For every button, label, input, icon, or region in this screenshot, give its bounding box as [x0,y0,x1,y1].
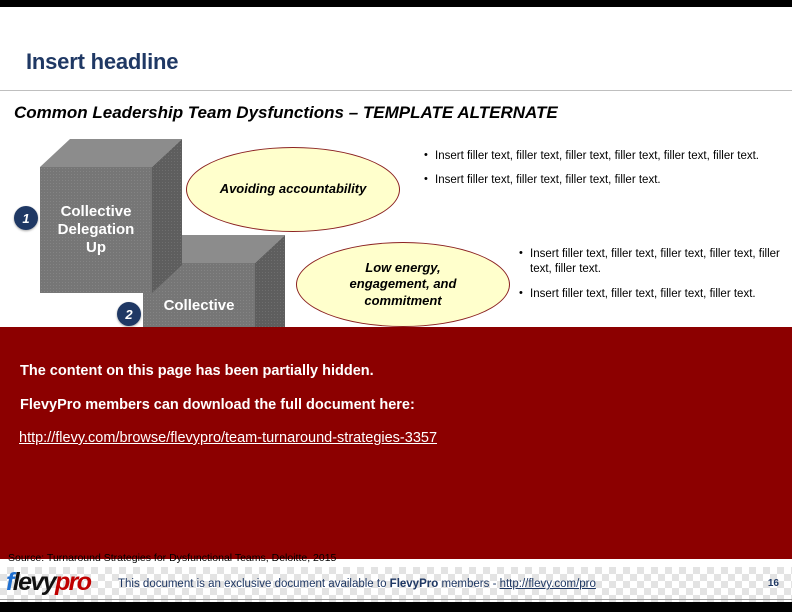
page-number: 16 [767,578,779,589]
footer-text-before: This document is an exclusive document a… [118,578,390,590]
bullet-item: Insert filler text, filler text, filler … [519,246,781,278]
callout-ellipse-1: Avoiding accountability [186,147,400,232]
box-label-line: Delegation [57,220,135,238]
paywall-overlay: The content on this page has been partia… [0,327,792,559]
page-footer: flevypro This document is an exclusive d… [0,567,792,605]
box-front-face: Collective Delegation Up [40,167,152,293]
bullet-list-2: Insert filler text, filler text, filler … [519,246,781,311]
page-title: Insert headline [26,49,179,74]
footer-pro-link[interactable]: http://flevy.com/pro [500,578,596,590]
footer-notice: This document is an exclusive document a… [118,578,596,590]
slide-subtitle: Common Leadership Team Dysfunctions – TE… [14,103,558,122]
bullet-item: Insert filler text, filler text, filler … [519,286,781,302]
box-label-1: Collective Delegation Up [58,203,135,258]
top-black-border [0,0,792,7]
step-number-badge-1: 1 [14,206,38,230]
callout-line: engagement, and [349,276,457,292]
headline-divider [0,90,792,91]
paywall-message-line-1: The content on this page has been partia… [20,363,374,379]
callout-text-1: Avoiding accountability [219,181,367,197]
footer-brand: FlevyPro [389,578,439,590]
paywall-message-line-2: FlevyPro members can download the full d… [20,397,415,413]
source-citation: Source: Turnaround Strategies for Dysfun… [8,552,337,564]
flevypro-logo[interactable]: flevypro [6,568,92,596]
callout-line: Low energy, [365,260,441,276]
footer-text-after: members - [438,578,500,590]
logo-letter-f: f [6,568,14,596]
bottom-black-border [0,602,792,612]
footer-divider [0,599,792,600]
callout-line: commitment [364,292,442,308]
bullet-list-1: Insert filler text, filler text, filler … [424,148,774,198]
slide-canvas: Insert headline Common Leadership Team D… [0,7,792,567]
logo-word-pro: pro [55,568,92,596]
callout-text-2: Low energy, engagement, and commitment [350,260,457,309]
box-label-line: Up [86,239,106,257]
bullet-item: Insert filler text, filler text, filler … [424,148,774,164]
box-label-2: Collective [163,297,235,314]
box-label-line: Collective [60,202,132,220]
step-number-badge-2: 2 [117,302,141,326]
callout-ellipse-2: Low energy, engagement, and commitment [296,242,510,327]
bullet-item: Insert filler text, filler text, filler … [424,172,774,188]
paywall-document-link[interactable]: http://flevy.com/browse/flevypro/team-tu… [19,430,437,446]
logo-word-levy: levy [12,568,57,596]
